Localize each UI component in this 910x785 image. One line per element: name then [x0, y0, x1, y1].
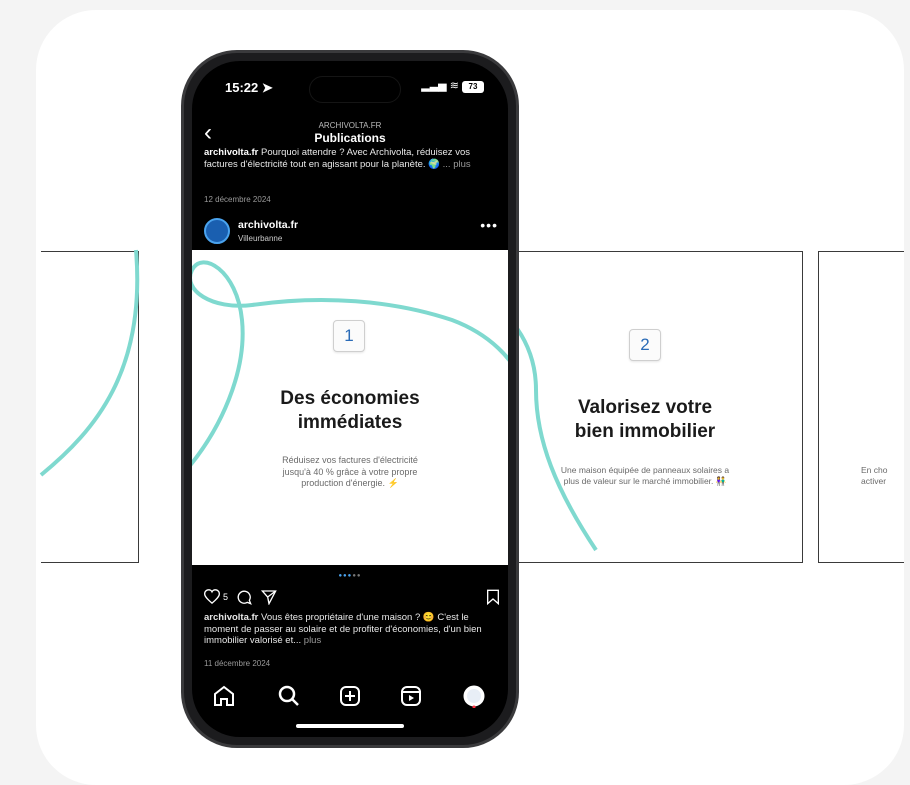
caption-more-link[interactable]: plus	[304, 635, 321, 646]
status-icons: ▂▃▅ ≋ 73	[421, 79, 484, 93]
slide-description: En cho activer	[861, 465, 888, 486]
bottom-tab-bar	[192, 680, 508, 714]
avatar[interactable]	[204, 218, 230, 244]
nav-title: Publications	[314, 131, 386, 145]
phone-frame: 15:22 ➤ ▂▃▅ ≋ 73 ‹ ARCHIVOLTA.FR Publica…	[181, 50, 519, 748]
post-username[interactable]: archivolta.fr	[238, 219, 298, 231]
status-time: 15:22 ➤	[225, 80, 273, 95]
carousel-slide-previous	[41, 251, 139, 563]
battery-icon: 73	[462, 81, 484, 93]
bookmark-icon[interactable]	[486, 589, 500, 605]
home-indicator	[296, 724, 404, 728]
phone-screen: 15:22 ➤ ▂▃▅ ≋ 73 ‹ ARCHIVOLTA.FR Publica…	[192, 61, 508, 737]
wifi-icon: ≋	[449, 80, 459, 92]
comment-icon[interactable]	[236, 589, 252, 605]
location-arrow-icon: ➤	[261, 80, 273, 95]
slide-title: Valorisez votre bien immobilier	[574, 397, 716, 442]
previous-post-caption: archivolta.fr Pourquoi attendre ? Avec A…	[204, 147, 471, 170]
dynamic-island	[309, 76, 401, 103]
slide-description: Réduisez vos factures d'électricité jusq…	[282, 455, 418, 488]
share-icon[interactable]	[261, 589, 277, 605]
slide-number-badge: 2	[629, 329, 661, 361]
slide-description: Une maison équipée de panneaux solaires …	[560, 465, 730, 486]
carousel-dots: ●●●●●	[338, 573, 362, 579]
post-actions: 5	[204, 586, 500, 608]
previous-post-more-link[interactable]: ... plus	[443, 159, 471, 170]
slide-number-badge: 1	[333, 320, 365, 352]
previous-post-date: 12 décembre 2024	[204, 195, 271, 204]
caption-username[interactable]: archivolta.fr	[204, 612, 258, 623]
previous-post-username[interactable]: archivolta.fr	[204, 147, 258, 158]
carousel-slide-2: 2 Valorisez votre bien immobilier Une ma…	[488, 251, 803, 563]
create-icon[interactable]	[338, 684, 362, 708]
post-date: 11 décembre 2024	[204, 659, 271, 668]
post-carousel-image[interactable]: 1 Des économies immédiates Réduisez vos …	[192, 250, 508, 565]
more-dots-icon[interactable]: •••	[480, 217, 498, 233]
signal-icon: ▂▃▅	[421, 80, 447, 92]
slide-title: Des économies immédiates	[280, 388, 420, 433]
heart-icon[interactable]	[204, 589, 220, 604]
post-location[interactable]: Villeurbanne	[238, 234, 282, 243]
background-card: 2 Valorisez votre bien immobilier Une ma…	[36, 10, 904, 785]
post-caption: archivolta.fr Vous êtes propriétaire d'u…	[204, 612, 482, 646]
search-icon[interactable]	[277, 684, 301, 708]
reels-icon[interactable]	[399, 684, 423, 708]
carousel-slide-3: En cho activer	[818, 251, 904, 563]
home-icon[interactable]	[212, 684, 236, 708]
nav-subtitle: ARCHIVOLTA.FR	[318, 121, 382, 130]
profile-icon[interactable]	[462, 684, 486, 708]
like-count[interactable]: 5	[223, 592, 228, 602]
post-header: archivolta.fr Villeurbanne •••	[204, 217, 500, 247]
